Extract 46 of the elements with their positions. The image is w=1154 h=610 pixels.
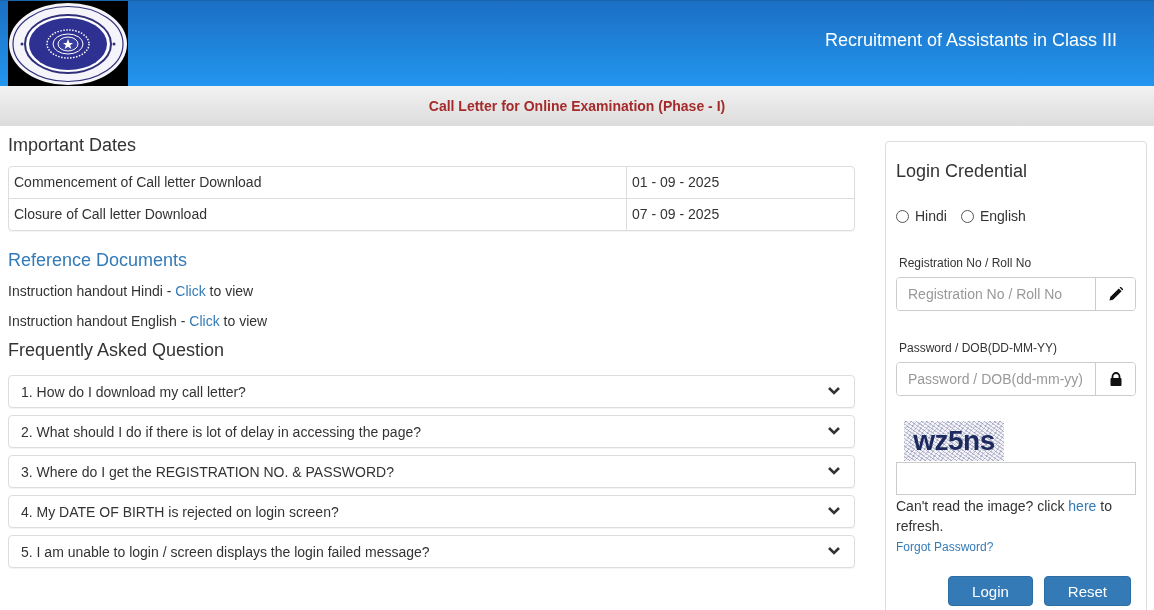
- section-heading: Important Dates: [8, 134, 138, 156]
- radio-button[interactable]: [896, 209, 909, 223]
- chevron-icon[interactable]: [828, 505, 840, 515]
- lock-icon: [1108, 372, 1123, 386]
- radio-label[interactable]: Hindi: [915, 206, 947, 226]
- section-heading: Reference Documents: [8, 249, 189, 271]
- page-subtitle: Call Letter for Online Examination (Phase - I): [428, 98, 726, 114]
- header-title: Recruitment of Assistants in Class III: [824, 30, 1117, 50]
- chevron-icon[interactable]: [828, 545, 840, 555]
- faq-item[interactable]: 3. Where do I get the REGISTRATION NO. & PASSWORD?: [8, 455, 855, 488]
- faq-question: 4. My DATE OF BIRTH is rejected on login screen?: [21, 502, 339, 522]
- faq-item[interactable]: 4. My DATE OF BIRTH is rejected on login screen?: [8, 495, 855, 528]
- captcha-input[interactable]: [896, 462, 1136, 495]
- table-cell: Closure of Call letter Download: [9, 199, 627, 230]
- reset-button[interactable]: Reset: [1043, 576, 1131, 606]
- forgot-password-link[interactable]: Forgot Password?: [896, 539, 994, 555]
- input-field[interactable]: Password / DOB(dd-mm-yy): [896, 362, 1136, 396]
- refresh-link[interactable]: here: [1068, 498, 1097, 514]
- section-heading: Frequently Asked Question: [8, 339, 226, 361]
- table-cell-text: 01 - 09 - 2025: [631, 173, 721, 192]
- faq-question: 2. What should I do if there is lot of delay in accessing the page?: [21, 422, 422, 442]
- login-button[interactable]: Login: [948, 576, 1033, 606]
- view-link[interactable]: Click: [189, 313, 220, 329]
- faq-question: 1. How do I download my call letter?: [21, 382, 246, 402]
- faq-question: 3. Where do I get the REGISTRATION NO. & PASSWORD?: [21, 462, 394, 482]
- faq-item[interactable]: 2. What should I do if there is lot of delay in accessing the page?: [8, 415, 855, 448]
- pencil-icon: [1108, 287, 1123, 301]
- faq-item[interactable]: 5. I am unable to login / screen displays the login failed message?: [8, 535, 855, 568]
- handout-line: Instruction handout English - Click to view: [8, 312, 269, 331]
- field-label: Registration No / Roll No: [898, 255, 1032, 271]
- refresh-note: Can't read the image? click here to refresh.: [896, 497, 1113, 536]
- chevron-icon[interactable]: [828, 465, 840, 475]
- field-label: Password / DOB(DD-MM-YY): [898, 340, 1057, 356]
- captcha-image: wz5ns: [904, 421, 1004, 461]
- table-cell-text: 07 - 09 - 2025: [631, 205, 721, 224]
- faq-item[interactable]: 1. How do I download my call letter?: [8, 375, 855, 408]
- faq-question: 5. I am unable to login / screen displays the login failed message?: [21, 542, 430, 562]
- panel-title: Login Credential: [896, 160, 1029, 182]
- chevron-icon[interactable]: [828, 385, 840, 395]
- radio-label[interactable]: English: [979, 206, 1026, 226]
- chevron-icon[interactable]: [828, 425, 840, 435]
- table-cell: Commencement of Call letter Download: [9, 167, 627, 198]
- view-link[interactable]: Click: [175, 283, 206, 299]
- radio-button[interactable]: [960, 209, 974, 223]
- handout-line: Instruction handout Hindi - Click to view: [8, 282, 255, 301]
- input-field[interactable]: Registration No / Roll No: [896, 277, 1136, 311]
